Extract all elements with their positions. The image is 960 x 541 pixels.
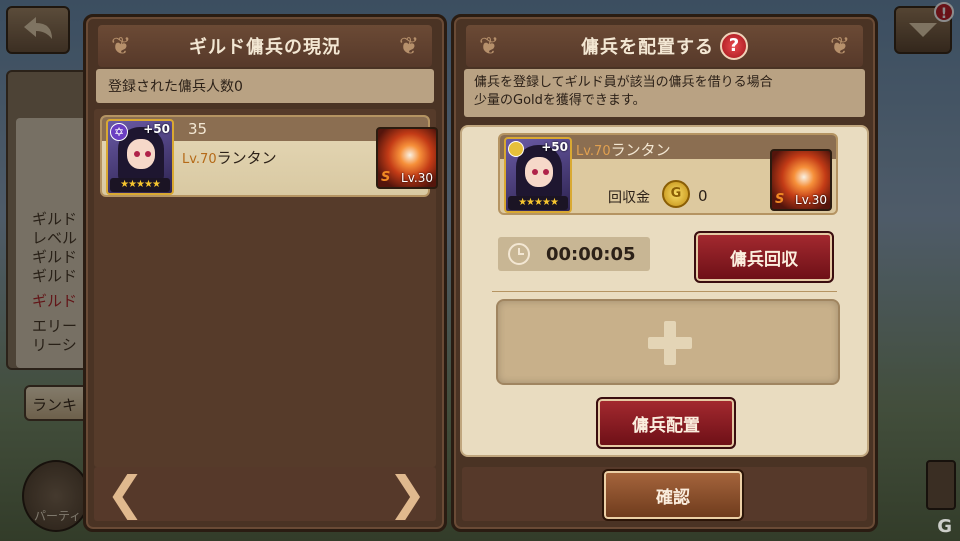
mercenary-level: Lv.70 [182, 152, 217, 167]
deploy-timer: 00:00:05 [498, 237, 650, 271]
gold-badge-icon [508, 141, 524, 157]
divider [492, 291, 837, 292]
skill-icon: S Lv.30 [376, 127, 438, 189]
mercenary-name: Lv.70ランタン [182, 147, 277, 168]
footer: 確認 [462, 467, 867, 521]
help-icon[interactable]: ? [720, 32, 748, 60]
mercenary-level: Lv.70 [576, 144, 611, 159]
registered-count: 登録された傭兵人数0 [96, 69, 434, 103]
mercenary-name-text: ランタン [216, 149, 277, 167]
mercenary-hp: 35 [188, 120, 208, 138]
skill-rank: S [775, 192, 785, 207]
recovery-gold-label: 回収金 [608, 190, 650, 206]
bonus-label: +50 [541, 140, 568, 154]
empty-mercenary-slot[interactable] [496, 299, 840, 385]
guild-mercenary-status-panel: ❦ ギルド傭兵の現況 ❦ 登録された傭兵人数0 ✡ +50 ★★★★★ 35 L… [83, 14, 447, 532]
mercenary-portrait: ✡ +50 ★★★★★ [106, 119, 174, 195]
title-bar: ❦ 傭兵を配置する ? ❦ [466, 25, 863, 67]
deploy-content: +50 ★★★★★ Lv.70ランタン 回収金 G 0 S Lv.30 00:0… [460, 125, 869, 457]
mercenary-list[interactable]: ✡ +50 ★★★★★ 35 Lv.70ランタン S Lv.30 [94, 109, 438, 467]
mercenary-portrait: +50 ★★★★★ [504, 137, 572, 213]
bonus-label: +50 [143, 122, 170, 136]
skill-level: Lv.30 [795, 193, 827, 207]
description-line: 少量のGoldを獲得できます。 [474, 93, 646, 108]
description: 傭兵を登録してギルド員が該当の傭兵を借りる場合 少量のGoldを獲得できます。 [464, 69, 865, 117]
deploy-mercenary-button[interactable]: 傭兵配置 [596, 397, 736, 449]
confirm-button[interactable]: 確認 [602, 469, 744, 521]
next-page-arrow-icon[interactable]: ❯ [388, 470, 427, 516]
recall-mercenary-button[interactable]: 傭兵回収 [694, 231, 834, 283]
rarity-stars: ★★★★★ [508, 196, 568, 210]
title-bar: ❦ ギルド傭兵の現況 ❦ [98, 25, 432, 67]
panel-title: 傭兵を配置する [581, 37, 714, 58]
plus-icon [648, 321, 692, 365]
skill-level: Lv.30 [401, 171, 433, 185]
timer-value: 00:00:05 [546, 243, 636, 265]
description-line: 傭兵を登録してギルド員が該当の傭兵を借りる場合 [474, 75, 773, 90]
skill-rank: S [381, 170, 391, 185]
clock-icon [508, 243, 530, 265]
pager: ❮ ❯ [94, 467, 436, 521]
deployed-mercenary-card: +50 ★★★★★ Lv.70ランタン 回収金 G 0 S Lv.30 [498, 133, 838, 215]
recovery-gold-value: 0 [698, 187, 708, 205]
mercenary-name-text: ランタン [610, 141, 671, 159]
deploy-mercenary-panel: ❦ 傭兵を配置する ? ❦ 傭兵を登録してギルド員が該当の傭兵を借りる場合 少量… [451, 14, 878, 532]
skill-icon: S Lv.30 [770, 149, 832, 211]
mercenary-name: Lv.70ランタン [576, 139, 671, 160]
watermark-logo: G [937, 516, 952, 537]
ornament-icon: ❦ [398, 32, 420, 60]
panel-title: ギルド傭兵の現況 [189, 37, 341, 58]
ornament-icon: ❦ [110, 32, 132, 60]
mercenary-list-item[interactable]: ✡ +50 ★★★★★ 35 Lv.70ランタン S Lv.30 [100, 115, 438, 197]
hexagram-icon: ✡ [110, 123, 128, 141]
prev-page-arrow-icon[interactable]: ❮ [106, 470, 145, 516]
gold-coin-icon: G [662, 180, 690, 208]
ornament-icon: ❦ [829, 32, 851, 60]
rarity-stars: ★★★★★ [110, 178, 170, 192]
ornament-icon: ❦ [478, 32, 500, 60]
